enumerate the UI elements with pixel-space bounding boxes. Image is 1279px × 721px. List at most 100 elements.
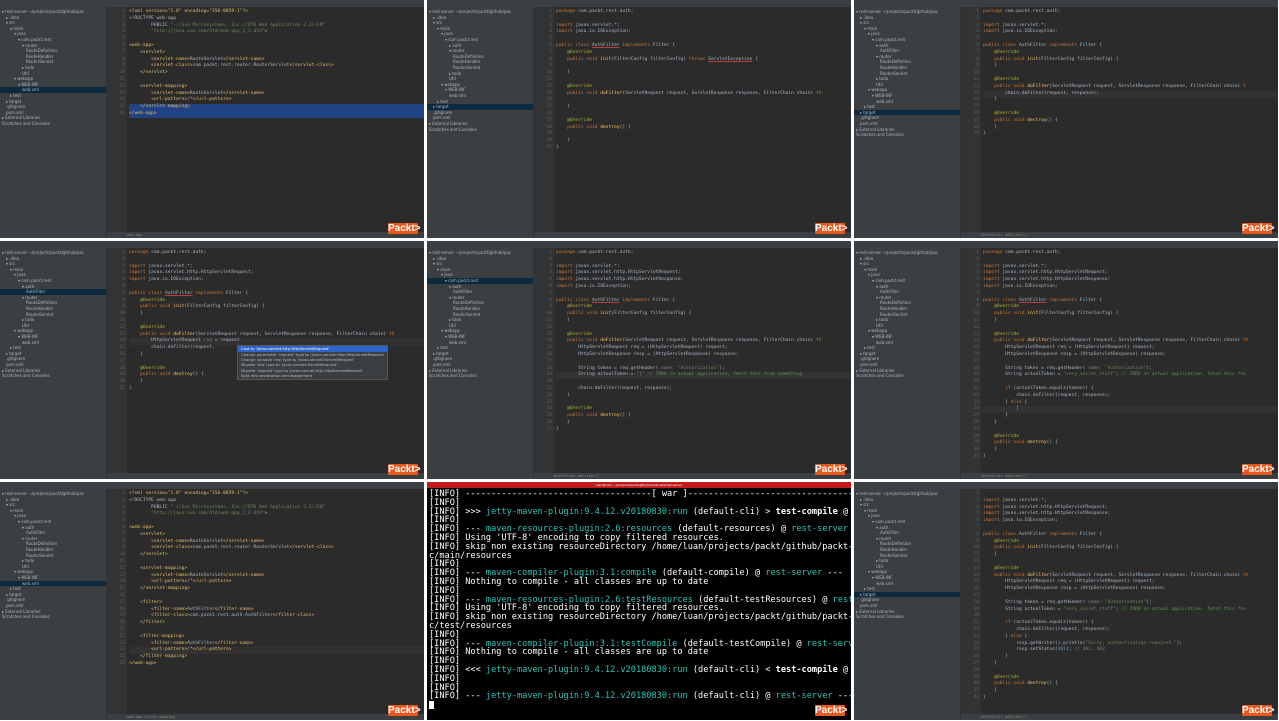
line-number: 11 — [973, 318, 979, 323]
code-area[interactable]: import javax.servlet.*; import javax.serv… — [983, 489, 1278, 720]
code-token: public void — [983, 311, 1028, 317]
code-token: HttpServletRequest req = (HttpServletReq… — [556, 345, 728, 351]
code-token: javax.servlet.*; — [1002, 497, 1047, 503]
code-line: } — [129, 379, 143, 386]
code-editor[interactable]: 1 2 3 4 5 6 7 8 9 10 11 12 13 14 15 16 17 18 19 20 21 22 23 24 2… — [534, 248, 851, 479]
code-editor[interactable]: 1 2 3 4 5 6 7 8 9 10 11 12 13 14 15 16 17 18 19 20 21 22 23 24 2… — [961, 248, 1278, 479]
quick-fix-option[interactable]: Split into declaration and assignment — [238, 373, 387, 378]
terminal-line: [INFO] <<< jetty-maven-plugin:9.4.12.v20… — [429, 666, 851, 675]
project-tree[interactable]: ▾ rest-server ~/projects/packt/github/pa… — [854, 7, 961, 238]
code-token: chain.doFilter(request, — [129, 345, 218, 351]
code-area[interactable]: package com.packt.rest.auth; import javax… — [983, 248, 1278, 479]
tree-item[interactable]: Scratches and Consoles — [2, 373, 50, 379]
tree-item[interactable]: web.xml — [876, 581, 893, 587]
code-token: </filter-name> — [214, 640, 254, 646]
code-line: } — [983, 131, 986, 138]
tree-item[interactable]: web.xml — [876, 340, 893, 346]
code-area[interactable]: <?xml version="1.0" encoding="ISO-8859-1… — [129, 7, 424, 238]
code-area[interactable]: package com.packt.rest.auth; import javax… — [556, 7, 851, 238]
tree-item[interactable]: ▾ com.packt.rest — [427, 278, 533, 284]
line-number: 20 — [546, 138, 552, 144]
code-line: package com.packt.rest.auth; — [983, 9, 1060, 16]
code-token: <filter> — [129, 599, 163, 605]
screenshot-panel-9: ▾ rest-server ~/projects/packt/github/pa… — [854, 482, 1278, 720]
tree-item[interactable]: Scratches and Consoles — [856, 373, 904, 379]
line-number: 21 — [119, 386, 125, 391]
code-token: } — [129, 311, 143, 317]
code-token: </servlet-name> — [223, 90, 265, 96]
tree-item[interactable]: web.xml — [876, 99, 893, 105]
code-editor[interactable]: 1 2 3 4 5 6 7 8 9 10 11 12 13 14 15 16 17 18 19 20 21 package… — [107, 248, 424, 479]
code-area[interactable]: <?xml version="1.0" encoding="ISO-8859-1… — [129, 489, 424, 720]
code-line: } — [983, 63, 997, 70]
code-line: } — [556, 318, 570, 325]
project-tree[interactable]: ▾ rest-server ~/projects/packt/github/pa… — [854, 489, 961, 720]
code-editor[interactable]: 1 2 3 4 5 6 7 8 9 10 11 12 13 14 15 16 17 18 19 package com… — [961, 7, 1278, 238]
code-token: RouteServlet — [189, 56, 224, 62]
code-token: implements — [619, 297, 653, 303]
code-editor[interactable]: 1 2 3 4 5 6 7 8 9 10 11 12 13 14 15 16 <?xml version="1.… — [107, 7, 424, 238]
code-token: resp.setStatus( — [983, 647, 1058, 653]
code-token: destroy — [1027, 681, 1047, 687]
tree-item[interactable]: Scratches and Consoles — [856, 132, 904, 138]
project-tree[interactable]: ▾ rest-server ~/projects/packt/github/pa… — [427, 7, 534, 238]
code-token: Filter { — [652, 297, 675, 303]
code-token: AuthFilter — [1018, 297, 1047, 303]
code-token: public void — [983, 83, 1028, 89]
tree-item[interactable]: web.xml — [449, 93, 466, 99]
tree-item[interactable]: Scratches and Consoles — [2, 614, 50, 620]
code-token: package — [129, 250, 152, 255]
line-number: 12 — [119, 83, 125, 89]
code-line: <!DOCTYPE web-app — [129, 16, 176, 23]
code-editor[interactable]: 1 2 3 4 5 6 7 8 9 10 11 12 13 14 15 16 17 18 19 20 21 22 23 24 2… — [107, 489, 424, 720]
code-token: chain.doFilter(request, response); — [983, 90, 1100, 96]
code-token: String token = req.getHeader( — [983, 599, 1089, 605]
project-tree[interactable]: ▾ rest-server ~/projects/packt/github/pa… — [854, 248, 961, 479]
tree-item[interactable]: AuthFilter — [0, 289, 106, 295]
code-token: javax.servlet.*; — [148, 263, 193, 269]
code-token: import — [983, 497, 1003, 503]
code-area[interactable]: package com.packt.rest.auth; import javax… — [556, 248, 851, 479]
screenshot-panel-1: ▾ rest-server ~/projects/packt/github/pa… — [0, 0, 424, 238]
project-tree[interactable]: ▾ rest-server ~/projects/packt/github/pa… — [0, 489, 107, 720]
code-token: } — [983, 131, 986, 137]
line-number: 2 — [122, 256, 125, 262]
code-token: doFilter — [1027, 83, 1050, 89]
code-token: ServletException — [708, 56, 753, 62]
tree-item[interactable]: Scratches and Consoles — [429, 373, 477, 379]
line-number: 16 — [973, 111, 979, 116]
code-token: <servlet> — [129, 49, 165, 55]
line-number: 17 — [546, 117, 552, 123]
tree-item[interactable]: web.xml — [22, 340, 39, 346]
packt-logo: Packt> — [388, 705, 421, 716]
tree-item[interactable]: Scratches and Consoles — [856, 614, 904, 620]
code-token: // 401, 403 — [1071, 647, 1105, 653]
project-tree[interactable]: ▾ rest-server ~/projects/packt/github/pa… — [0, 248, 107, 479]
line-number: 15 — [546, 104, 552, 110]
code-token: doFilter — [173, 331, 196, 337]
code-token: destroy — [600, 413, 620, 419]
project-tree[interactable]: ▾ rest-server ~/projects/packt/github/pa… — [427, 248, 534, 479]
code-line: </web-app> — [129, 661, 157, 668]
code-editor[interactable]: 2 3 4 5 6 7 8 9 10 11 12 13 14 15 16 17 18 19 20 21 22 23 24 25… — [961, 489, 1278, 720]
code-token: RouteServlet — [189, 572, 224, 578]
code-line: } — [129, 386, 132, 393]
project-tree[interactable]: ▾ rest-server ~/projects/packt/github/pa… — [0, 7, 107, 238]
line-number: 21 — [973, 620, 979, 626]
tree-item[interactable]: Scratches and Consoles — [429, 127, 477, 133]
code-token: import — [983, 277, 1003, 283]
code-token: @Override — [983, 111, 1019, 116]
line-number: 17 — [973, 117, 979, 123]
code-line: public void destroy() { — [556, 125, 631, 132]
code-line: chain.doFilter(request, response); — [983, 393, 1110, 400]
code-line: public class AuthFilter implements Filte… — [556, 43, 675, 50]
quick-fix-popup[interactable]: Cast to 'javax.servlet.http.HttpServletR… — [237, 345, 389, 380]
code-area[interactable]: package com.packt.rest.auth; import javax… — [983, 7, 1278, 238]
code-line: @Override — [983, 50, 1019, 57]
tree-item[interactable]: Scratches and Consoles — [2, 121, 50, 127]
code-editor[interactable]: 1 2 3 4 5 6 7 8 9 10 11 12 13 14 15 16 17 18 19 20 21 package… — [534, 7, 851, 238]
screenshot-panel-7: ▾ rest-server ~/projects/packt/github/pa… — [0, 482, 424, 720]
terminal-line: [INFO] Nothing to compile - all classes … — [429, 578, 708, 587]
code-token: public class — [556, 43, 592, 48]
tree-item[interactable]: web.xml — [449, 340, 466, 346]
